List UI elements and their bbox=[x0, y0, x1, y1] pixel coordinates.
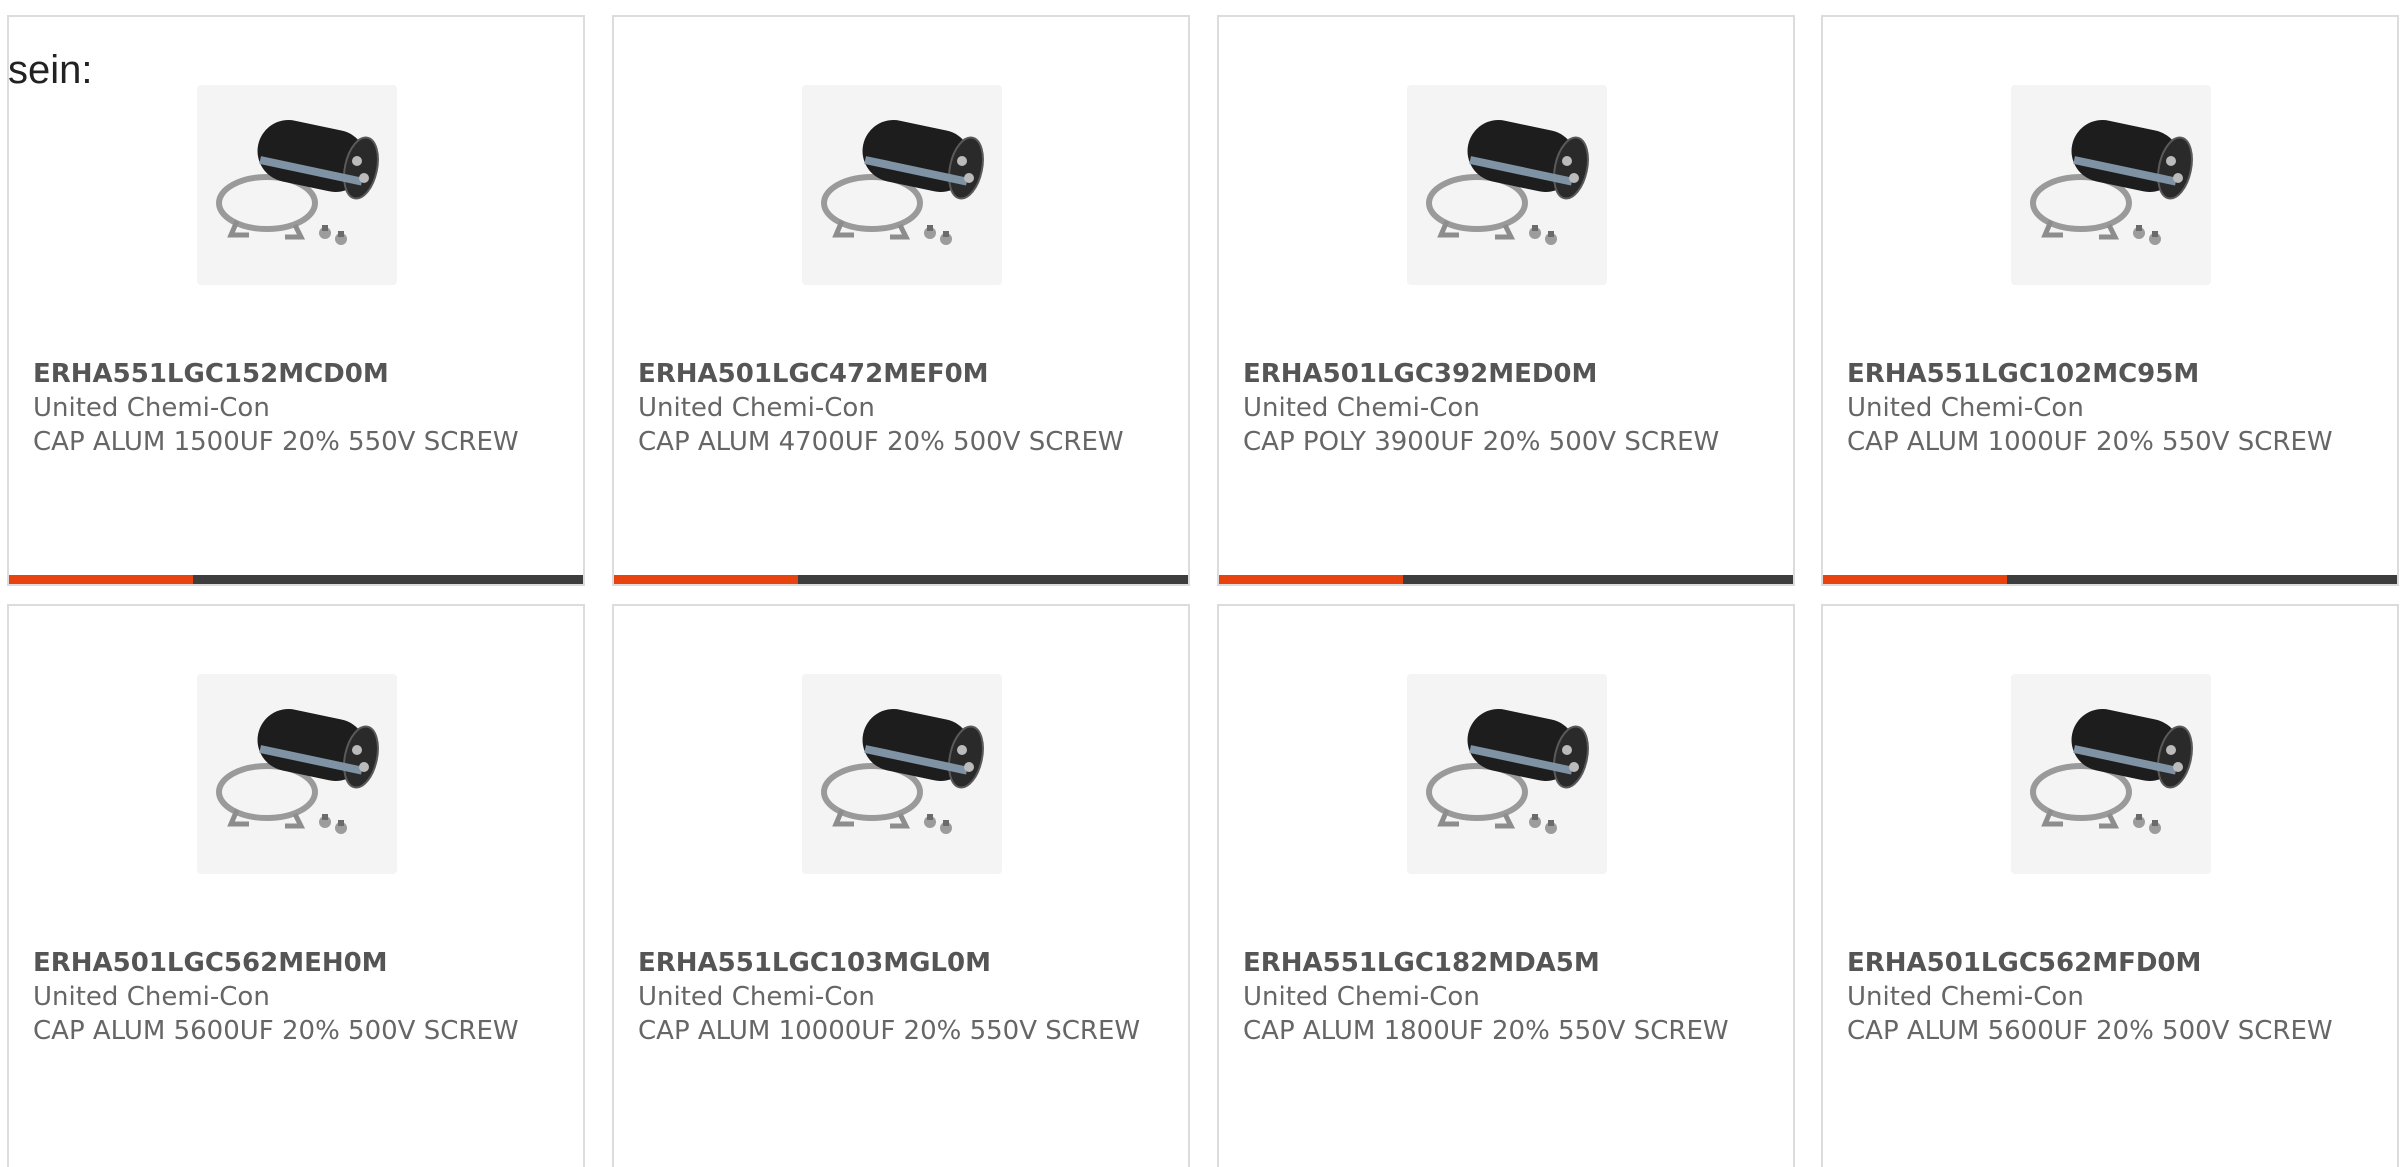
product-part-number[interactable]: ERHA501LGC562MFD0M bbox=[1847, 946, 2387, 980]
product-manufacturer: United Chemi-Con bbox=[33, 982, 270, 1012]
capacitor-image[interactable] bbox=[2011, 674, 2211, 874]
product-part-number[interactable]: ERHA501LGC562MEH0M bbox=[33, 946, 573, 980]
product-info: ERHA551LGC103MGL0M United Chemi-Con CAP … bbox=[638, 946, 1178, 1048]
product-part-number[interactable]: ERHA551LGC182MDA5M bbox=[1243, 946, 1783, 980]
capacitor-illustration bbox=[216, 120, 379, 245]
product-part-number[interactable]: ERHA551LGC152MCD0M bbox=[33, 357, 573, 391]
capacitor-illustration bbox=[216, 709, 379, 834]
product-info: ERHA501LGC562MFD0M United Chemi-Con CAP … bbox=[1847, 946, 2387, 1048]
capacitor-image[interactable] bbox=[802, 85, 1002, 285]
card-accent-bar bbox=[614, 575, 1188, 584]
capacitor-image[interactable] bbox=[1407, 85, 1607, 285]
product-card[interactable]: ERHA501LGC562MFD0M United Chemi-Con CAP … bbox=[1821, 604, 2399, 1167]
product-info: ERHA551LGC182MDA5M United Chemi-Con CAP … bbox=[1243, 946, 1783, 1048]
capacitor-illustration bbox=[2030, 120, 2193, 245]
product-info: ERHA501LGC392MED0M United Chemi-Con CAP … bbox=[1243, 357, 1783, 459]
product-description: CAP ALUM 1500UF 20% 550V SCREW bbox=[33, 427, 519, 457]
product-manufacturer: United Chemi-Con bbox=[1847, 393, 2084, 423]
product-card[interactable]: ERHA501LGC472MEF0M United Chemi-Con CAP … bbox=[612, 15, 1190, 586]
capacitor-image[interactable] bbox=[197, 674, 397, 874]
product-description: CAP ALUM 10000UF 20% 550V SCREW bbox=[638, 1016, 1141, 1046]
product-manufacturer: United Chemi-Con bbox=[33, 393, 270, 423]
product-info: ERHA501LGC562MEH0M United Chemi-Con CAP … bbox=[33, 946, 573, 1048]
card-accent-fill bbox=[9, 575, 193, 584]
product-manufacturer: United Chemi-Con bbox=[1847, 982, 2084, 1012]
card-accent-bar bbox=[1823, 575, 2397, 584]
card-accent-bar bbox=[1219, 575, 1793, 584]
capacitor-image[interactable] bbox=[802, 674, 1002, 874]
product-info: ERHA501LGC472MEF0M United Chemi-Con CAP … bbox=[638, 357, 1178, 459]
product-card[interactable]: ERHA551LGC182MDA5M United Chemi-Con CAP … bbox=[1217, 604, 1795, 1167]
product-card[interactable]: ERHA501LGC392MED0M United Chemi-Con CAP … bbox=[1217, 15, 1795, 586]
product-part-number[interactable]: ERHA551LGC102MC95M bbox=[1847, 357, 2387, 391]
card-accent-fill bbox=[614, 575, 798, 584]
card-accent-fill bbox=[1219, 575, 1403, 584]
capacitor-illustration bbox=[1426, 709, 1589, 834]
product-description: CAP POLY 3900UF 20% 500V SCREW bbox=[1243, 427, 1720, 457]
product-info: ERHA551LGC152MCD0M United Chemi-Con CAP … bbox=[33, 357, 573, 459]
card-accent-bar bbox=[9, 575, 583, 584]
capacitor-illustration bbox=[1426, 120, 1589, 245]
product-manufacturer: United Chemi-Con bbox=[638, 393, 875, 423]
capacitor-illustration bbox=[2030, 709, 2193, 834]
capacitor-illustration bbox=[821, 120, 984, 245]
product-part-number[interactable]: ERHA551LGC103MGL0M bbox=[638, 946, 1178, 980]
product-grid-page: sein: ERHA551LGC152MCD0M United Chemi-Co… bbox=[0, 0, 2400, 1167]
card-accent-fill bbox=[1823, 575, 2007, 584]
product-description: CAP ALUM 5600UF 20% 500V SCREW bbox=[1847, 1016, 2333, 1046]
product-description: CAP ALUM 1000UF 20% 550V SCREW bbox=[1847, 427, 2333, 457]
product-manufacturer: United Chemi-Con bbox=[1243, 982, 1480, 1012]
product-description: CAP ALUM 5600UF 20% 500V SCREW bbox=[33, 1016, 519, 1046]
product-card[interactable]: ERHA551LGC152MCD0M United Chemi-Con CAP … bbox=[7, 15, 585, 586]
product-part-number[interactable]: ERHA501LGC392MED0M bbox=[1243, 357, 1783, 391]
product-manufacturer: United Chemi-Con bbox=[638, 982, 875, 1012]
product-card[interactable]: ERHA551LGC103MGL0M United Chemi-Con CAP … bbox=[612, 604, 1190, 1167]
product-card[interactable]: ERHA501LGC562MEH0M United Chemi-Con CAP … bbox=[7, 604, 585, 1167]
capacitor-image[interactable] bbox=[197, 85, 397, 285]
capacitor-illustration bbox=[821, 709, 984, 834]
intro-text: sein: bbox=[8, 48, 93, 92]
product-info: ERHA551LGC102MC95M United Chemi-Con CAP … bbox=[1847, 357, 2387, 459]
product-description: CAP ALUM 4700UF 20% 500V SCREW bbox=[638, 427, 1124, 457]
product-grid: ERHA551LGC152MCD0M United Chemi-Con CAP … bbox=[7, 15, 2400, 1167]
product-manufacturer: United Chemi-Con bbox=[1243, 393, 1480, 423]
product-description: CAP ALUM 1800UF 20% 550V SCREW bbox=[1243, 1016, 1729, 1046]
product-part-number[interactable]: ERHA501LGC472MEF0M bbox=[638, 357, 1178, 391]
product-card[interactable]: ERHA551LGC102MC95M United Chemi-Con CAP … bbox=[1821, 15, 2399, 586]
capacitor-image[interactable] bbox=[1407, 674, 1607, 874]
capacitor-image[interactable] bbox=[2011, 85, 2211, 285]
